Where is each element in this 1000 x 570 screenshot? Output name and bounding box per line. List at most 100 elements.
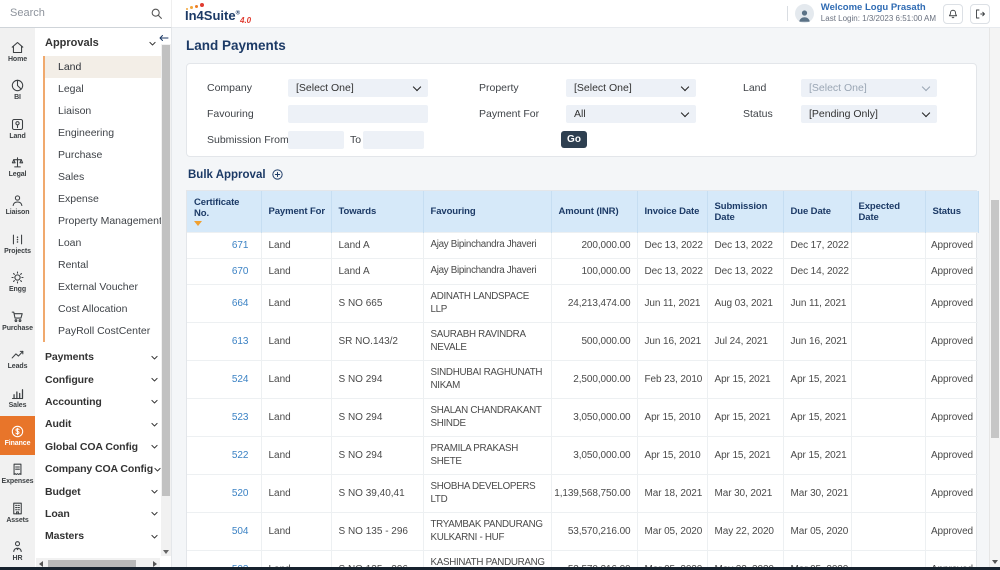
cell-due-date: Jun 16, 2021	[783, 323, 851, 361]
go-button[interactable]: Go	[561, 131, 587, 148]
column-header[interactable]: Status	[925, 191, 978, 233]
column-header[interactable]: Favouring	[423, 191, 551, 233]
rail-item-land[interactable]: Land	[0, 109, 35, 147]
rail-item-hr[interactable]: HR	[0, 531, 35, 569]
cell-due-date: Apr 15, 2021	[783, 361, 851, 399]
cell-invoice-date: Feb 23, 2010	[637, 361, 707, 399]
scrollbar-thumb[interactable]	[162, 45, 170, 496]
page-vertical-scrollbar[interactable]	[989, 28, 1000, 570]
menu-group-payments[interactable]: Payments	[35, 346, 171, 368]
scrollbar-thumb[interactable]	[991, 200, 999, 438]
rail-item-projects[interactable]: Projects	[0, 224, 35, 262]
certificate-link[interactable]: 613	[232, 336, 249, 347]
submenu-vertical-scrollbar[interactable]	[161, 44, 171, 556]
submenu-item-land[interactable]: Land	[45, 56, 171, 78]
land-select[interactable]: [Select One]	[801, 79, 937, 97]
column-header[interactable]: Payment For	[261, 191, 331, 233]
column-header[interactable]: Expected Date	[851, 191, 925, 233]
column-header[interactable]: Amount (INR)	[551, 191, 637, 233]
notifications-button[interactable]	[943, 4, 963, 24]
menu-group-audit[interactable]: Audit	[35, 413, 171, 435]
rail-item-bi[interactable]: BI	[0, 70, 35, 108]
submenu-item-cost-allocation[interactable]: Cost Allocation	[45, 298, 171, 320]
rail-item-home[interactable]: Home	[0, 32, 35, 70]
certificate-link[interactable]: 524	[232, 374, 249, 385]
column-header[interactable]: Certificate No.	[187, 191, 261, 233]
rail-item-leads[interactable]: Leads	[0, 339, 35, 377]
rail-item-assets[interactable]: Assets	[0, 493, 35, 531]
payment-for-select[interactable]: All	[566, 105, 696, 123]
rail-item-engg[interactable]: Engg	[0, 263, 35, 301]
scroll-down-icon[interactable]	[992, 560, 998, 564]
cell-amount: 100,000.00	[551, 259, 637, 285]
submenu-item-expense[interactable]: Expense	[45, 188, 171, 210]
column-header[interactable]: Towards	[331, 191, 423, 233]
submenu-item-sales[interactable]: Sales	[45, 166, 171, 188]
menu-group-loan[interactable]: Loan	[35, 503, 171, 525]
status-select[interactable]: [Pending Only]	[801, 105, 937, 123]
search-input[interactable]	[10, 7, 150, 19]
menu-group-global-coa-config[interactable]: Global COA Config	[35, 436, 171, 458]
column-header[interactable]: Due Date	[783, 191, 851, 233]
menu-group-budget[interactable]: Budget	[35, 480, 171, 502]
column-header[interactable]: Submission Date	[707, 191, 783, 233]
legal-icon	[10, 155, 25, 170]
logo-dots-icon	[186, 3, 204, 11]
certificate-link[interactable]: 664	[232, 298, 249, 309]
rail-item-expenses[interactable]: Expenses	[0, 455, 35, 493]
certificate-link[interactable]: 671	[232, 240, 249, 251]
expand-circle-icon[interactable]	[271, 168, 284, 181]
menu-group-approvals[interactable]: Approvals	[35, 34, 171, 56]
scroll-down-icon[interactable]	[163, 550, 169, 554]
certificate-link[interactable]: 522	[232, 450, 249, 461]
cell-towards: S NO 294	[331, 361, 423, 399]
rail-item-legal[interactable]: Legal	[0, 147, 35, 185]
avatar[interactable]	[795, 4, 814, 23]
cell-status: Approved	[925, 513, 978, 551]
submenu-item-external-voucher[interactable]: External Voucher	[45, 276, 171, 298]
divider	[787, 6, 788, 21]
rail-item-liaison[interactable]: Liaison	[0, 186, 35, 224]
cell-favouring: SHALAN CHANDRAKANT SHINDE	[423, 399, 551, 437]
cell-submission-date: Mar 30, 2021	[707, 475, 783, 513]
menu-group-accounting[interactable]: Accounting	[35, 391, 171, 413]
favouring-input[interactable]	[288, 105, 428, 123]
company-select[interactable]: [Select One]	[288, 79, 428, 97]
collapse-menu-icon[interactable]	[158, 31, 170, 43]
submenu-item-legal[interactable]: Legal	[45, 78, 171, 100]
table-row: 664 Land S NO 665 ADINATH LANDSPACE LLP …	[187, 285, 978, 323]
submenu-item-payroll-costcenter[interactable]: PayRoll CostCenter	[45, 320, 171, 342]
rail-item-sales[interactable]: Sales	[0, 378, 35, 416]
menu-group-configure[interactable]: Configure	[35, 368, 171, 390]
scroll-right-icon[interactable]	[153, 561, 157, 567]
cell-towards: S NO 135 - 296	[331, 513, 423, 551]
submenu-item-engineering[interactable]: Engineering	[45, 122, 171, 144]
certificate-link[interactable]: 670	[232, 266, 249, 277]
scroll-left-icon[interactable]	[39, 561, 43, 567]
menu-group-masters[interactable]: Masters	[35, 525, 171, 547]
welcome-text: Welcome Logu Prasath	[821, 3, 936, 13]
app-window: In4Suite®4.0 Welcome Logu Prasath Last L…	[0, 0, 1000, 570]
submenu-item-loan[interactable]: Loan	[45, 232, 171, 254]
bell-icon	[947, 8, 959, 20]
menu-group-company-coa-config[interactable]: Company COA Config	[35, 458, 171, 480]
rail-item-finance[interactable]: Finance	[0, 416, 35, 454]
submenu-item-property-management[interactable]: Property Management	[45, 210, 171, 232]
logout-button[interactable]	[970, 4, 990, 24]
certificate-link[interactable]: 520	[232, 488, 249, 499]
submenu-item-purchase[interactable]: Purchase	[45, 144, 171, 166]
cell-due-date: Apr 15, 2021	[783, 437, 851, 475]
property-select[interactable]: [Select One]	[566, 79, 696, 97]
submenu-item-liaison[interactable]: Liaison	[45, 100, 171, 122]
cell-expected-date	[851, 475, 925, 513]
search-icon[interactable]	[150, 7, 163, 20]
cell-payment-for: Land	[261, 475, 331, 513]
submission-from-input[interactable]	[288, 131, 344, 149]
rail-item-purchase[interactable]: Purchase	[0, 301, 35, 339]
submission-to-input[interactable]	[363, 131, 424, 149]
certificate-link[interactable]: 504	[232, 526, 249, 537]
certificate-link[interactable]: 523	[232, 412, 249, 423]
column-header[interactable]: Invoice Date	[637, 191, 707, 233]
cell-submission-date: Apr 15, 2021	[707, 437, 783, 475]
submenu-item-rental[interactable]: Rental	[45, 254, 171, 276]
